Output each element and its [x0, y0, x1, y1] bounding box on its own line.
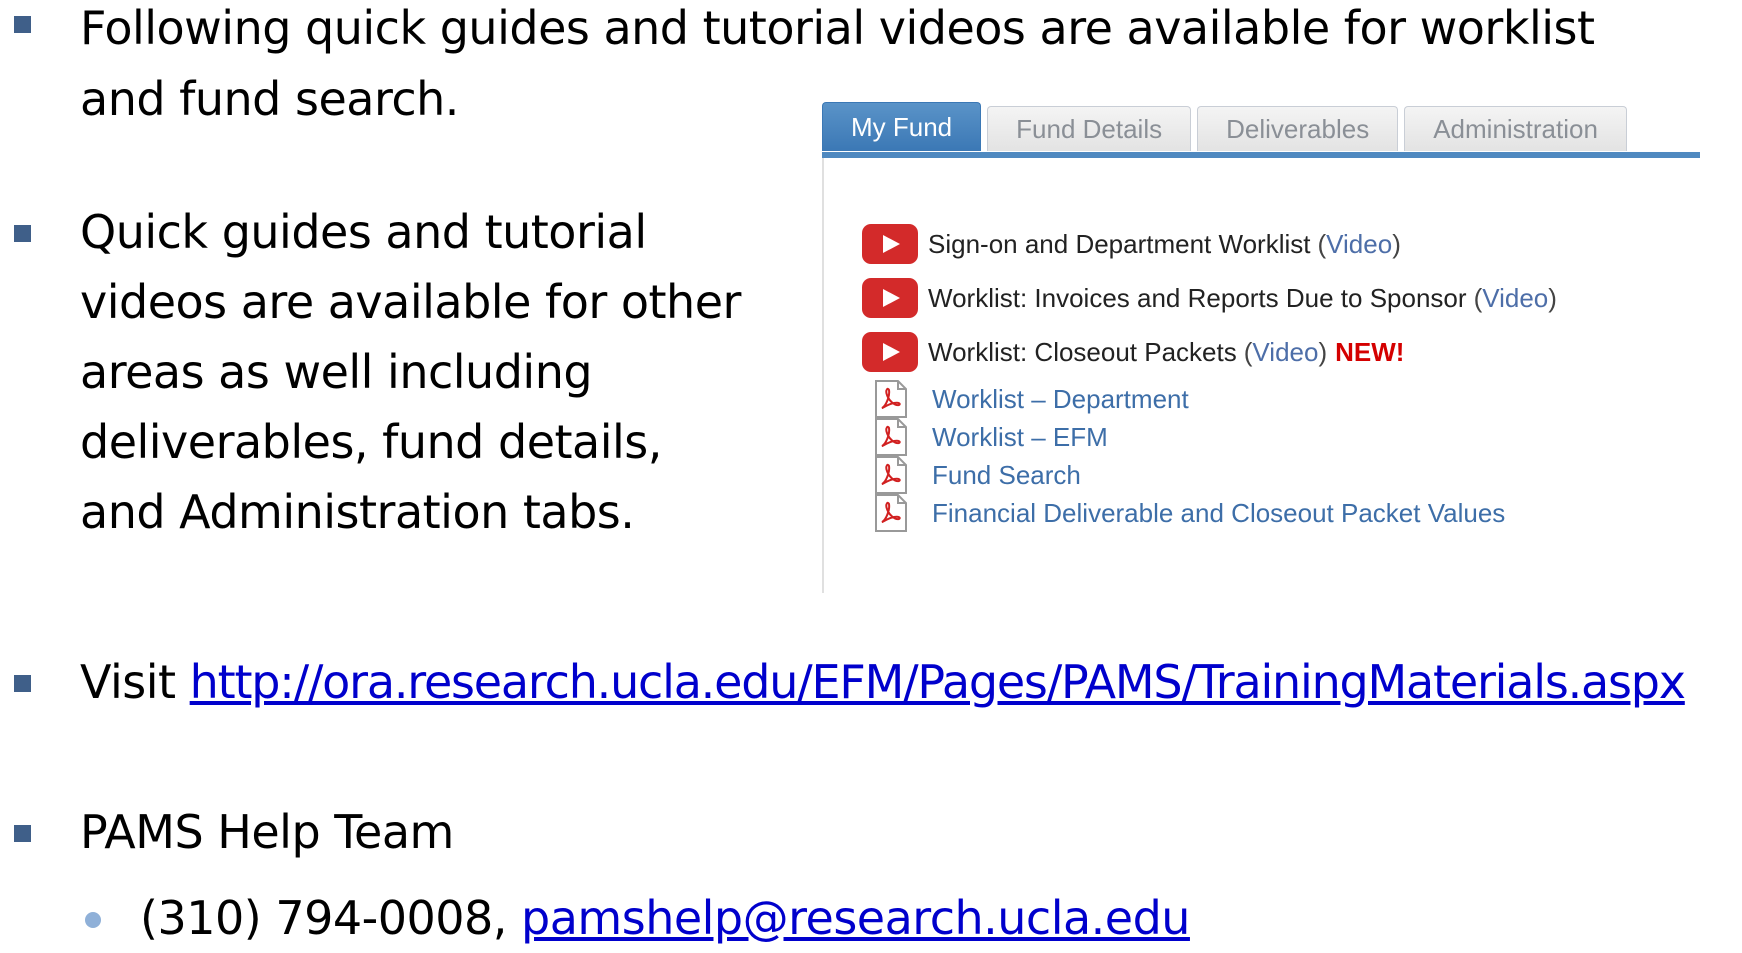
bullet-text-1a: Following quick guides and tutorial vide…: [80, 1, 1595, 55]
contact-line: (310) 794-0008, pamshelp@research.ucla.e…: [140, 883, 1190, 953]
pdf-link[interactable]: Worklist – EFM: [932, 422, 1108, 453]
video-item[interactable]: Worklist: Closeout Packets (Video) NEW!: [862, 332, 1404, 372]
pdf-item[interactable]: Worklist – Department: [862, 380, 1189, 418]
video-item-label: Sign-on and Department Worklist: [928, 228, 1311, 259]
video-link[interactable]: Video: [1326, 229, 1392, 260]
email-link[interactable]: pamshelp@research.ucla.edu: [521, 891, 1190, 945]
visit-label: Visit: [80, 655, 176, 709]
video-item-label: Worklist: Invoices and Reports Due to Sp…: [928, 282, 1467, 313]
bullet-text-1b: and fund search.: [80, 72, 459, 126]
visit-line: Visit http://ora.research.ucla.edu/EFM/P…: [80, 647, 1686, 717]
play-video-icon[interactable]: [862, 332, 918, 372]
video-item[interactable]: Sign-on and Department Worklist (Video): [862, 224, 1401, 264]
bullet-text-2e: and Administration tabs.: [80, 485, 635, 539]
video-item-label: Worklist: Closeout Packets: [928, 336, 1237, 367]
pdf-icon: [874, 494, 908, 532]
tab-deliverables[interactable]: Deliverables: [1197, 106, 1399, 151]
new-badge: NEW!: [1335, 336, 1405, 367]
bullet-text-2d: deliverables, fund details,: [80, 415, 662, 469]
video-link[interactable]: Video: [1252, 337, 1318, 368]
training-materials-link[interactable]: http://ora.research.ucla.edu/EFM/Pages/P…: [190, 655, 1686, 709]
pdf-item[interactable]: Worklist – EFM: [862, 418, 1108, 456]
pdf-item[interactable]: Fund Search: [862, 456, 1081, 494]
tab-bar: My Fund Fund Details Deliverables Admini…: [822, 102, 1627, 154]
bullet-marker: [14, 225, 31, 242]
tab-administration[interactable]: Administration: [1404, 106, 1627, 151]
bullet-marker: [14, 675, 31, 692]
pdf-icon: [874, 418, 908, 456]
bullet-marker: [14, 16, 31, 33]
pdf-item[interactable]: Financial Deliverable and Closeout Packe…: [862, 494, 1505, 532]
pdf-link[interactable]: Fund Search: [932, 460, 1081, 491]
pdf-link[interactable]: Worklist – Department: [932, 384, 1189, 415]
training-materials-panel: My Fund Fund Details Deliverables Admini…: [820, 100, 1700, 600]
play-video-icon[interactable]: [862, 278, 918, 318]
tab-fund-details[interactable]: Fund Details: [987, 106, 1192, 151]
bullet-marker: [14, 825, 31, 842]
phone-number: (310) 794-0008,: [140, 891, 507, 945]
panel-divider: [822, 158, 824, 593]
bullet-text-2b: videos are available for other: [80, 275, 741, 329]
help-team-heading: PAMS Help Team: [80, 805, 454, 859]
pdf-link[interactable]: Financial Deliverable and Closeout Packe…: [932, 498, 1505, 529]
bullet-text-2c: areas as well including: [80, 345, 593, 399]
bullet-text-2a: Quick guides and tutorial: [80, 205, 647, 259]
pdf-icon: [874, 380, 908, 418]
video-link[interactable]: Video: [1482, 283, 1548, 314]
tab-underline: [822, 152, 1700, 158]
play-video-icon[interactable]: [862, 224, 918, 264]
sub-bullet-marker: [85, 912, 101, 928]
tab-my-fund[interactable]: My Fund: [822, 102, 982, 151]
pdf-icon: [874, 456, 908, 494]
video-item[interactable]: Worklist: Invoices and Reports Due to Sp…: [862, 278, 1557, 318]
